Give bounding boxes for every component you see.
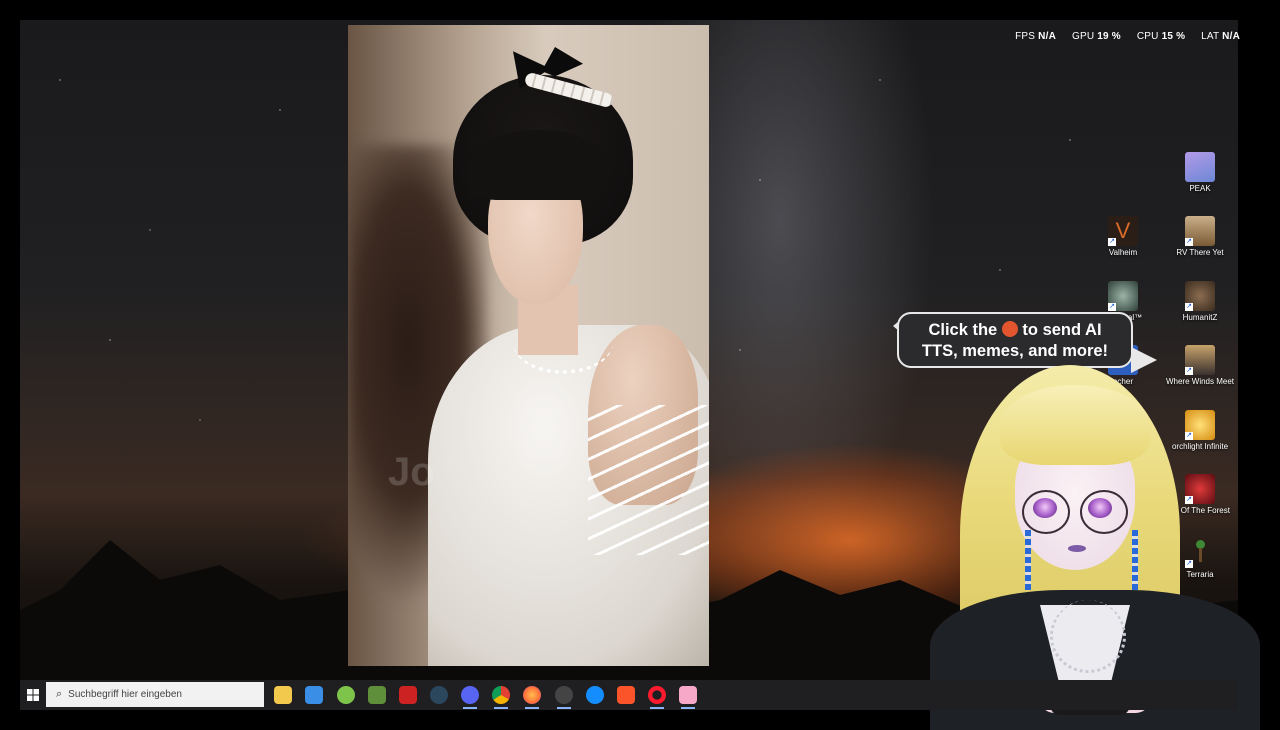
avatar-glasses-left <box>1022 490 1070 534</box>
returnal-icon: ↗ <box>1108 281 1138 311</box>
desktop-icon-peak[interactable]: PEAK <box>1165 152 1235 193</box>
file-explorer-icon[interactable] <box>274 686 292 704</box>
minecraft-icon[interactable] <box>368 686 386 704</box>
valheim-icon: V ↗ <box>1108 216 1138 246</box>
firefox-icon[interactable] <box>523 686 541 709</box>
vtuber-avatar <box>890 365 1270 730</box>
bubble-line-2: TTS, memes, and more! <box>921 342 1109 360</box>
microsoft-store-icon[interactable] <box>305 686 323 704</box>
icon-label: RV There Yet <box>1176 248 1224 257</box>
avatar-earring-right <box>1132 530 1138 590</box>
hair-fringe <box>468 130 608 200</box>
start-button[interactable] <box>20 680 46 710</box>
cpu-stat: CPU 15 % <box>1136 31 1186 42</box>
pearl-necklace <box>513 310 613 374</box>
steam-icon[interactable] <box>430 686 448 704</box>
brave-icon[interactable] <box>617 686 635 704</box>
fps-stat: FPS N/A <box>1015 31 1056 42</box>
desktop-icon-rv-there-yet[interactable]: ↗ RV There Yet <box>1165 216 1235 257</box>
avatar-glasses-right <box>1080 490 1128 534</box>
video-watermark: Jo <box>388 450 435 494</box>
obs-icon[interactable] <box>555 686 573 709</box>
avatar-chain-necklace <box>1050 600 1126 673</box>
opera-icon[interactable] <box>648 686 666 709</box>
peak-icon <box>1185 152 1215 182</box>
avatar-earring-left <box>1025 530 1031 590</box>
tts-speech-bubble: Click the to send AI TTS, memes, and mor… <box>897 312 1133 368</box>
gpu-stat: GPU 19 % <box>1072 31 1121 42</box>
avatar-lips <box>1068 545 1086 552</box>
bubble-line-1: Click the to send AI <box>928 321 1102 339</box>
windows-logo-icon <box>27 689 39 701</box>
shortcut-arrow-icon: ↗ <box>1185 303 1193 311</box>
pink-app-icon[interactable] <box>679 686 697 709</box>
search-icon: ⌕ <box>56 688 63 700</box>
desktop-icon-humanitz[interactable]: ↗ HumanitZ <box>1165 281 1235 322</box>
pearl-strands <box>588 405 709 555</box>
shortcut-arrow-icon: ↗ <box>1108 303 1116 311</box>
taskbar-search-box[interactable]: ⌕ Suchbegriff hier eingeben <box>46 682 264 707</box>
video-player[interactable]: Jo <box>348 25 709 666</box>
basketball-icon <box>1001 321 1018 337</box>
battle-net-icon[interactable] <box>586 686 604 704</box>
shortcut-arrow-icon: ↗ <box>1108 238 1116 246</box>
shortcut-arrow-icon: ↗ <box>1185 238 1193 246</box>
windows-taskbar: ⌕ Suchbegriff hier eingeben <box>20 680 1238 710</box>
humanitz-icon: ↗ <box>1185 281 1215 311</box>
search-placeholder: Suchbegriff hier eingeben <box>68 689 182 700</box>
android-app-icon[interactable] <box>337 686 355 704</box>
desktop-icon-valheim[interactable]: V ↗ Valheim <box>1088 216 1158 257</box>
avatar-bangs <box>1000 385 1150 465</box>
discord-icon[interactable] <box>461 686 479 709</box>
icon-label: HumanitZ <box>1182 313 1218 322</box>
rv-there-yet-icon: ↗ <box>1185 216 1215 246</box>
latency-stat: LAT N/A <box>1201 31 1240 42</box>
news-app-icon[interactable] <box>399 686 417 704</box>
chrome-icon[interactable] <box>492 686 510 709</box>
icon-label: PEAK <box>1189 184 1211 193</box>
icon-label: Valheim <box>1108 248 1138 257</box>
performance-stats: FPS N/A GPU 19 % CPU 15 % LAT N/A <box>1015 31 1240 42</box>
